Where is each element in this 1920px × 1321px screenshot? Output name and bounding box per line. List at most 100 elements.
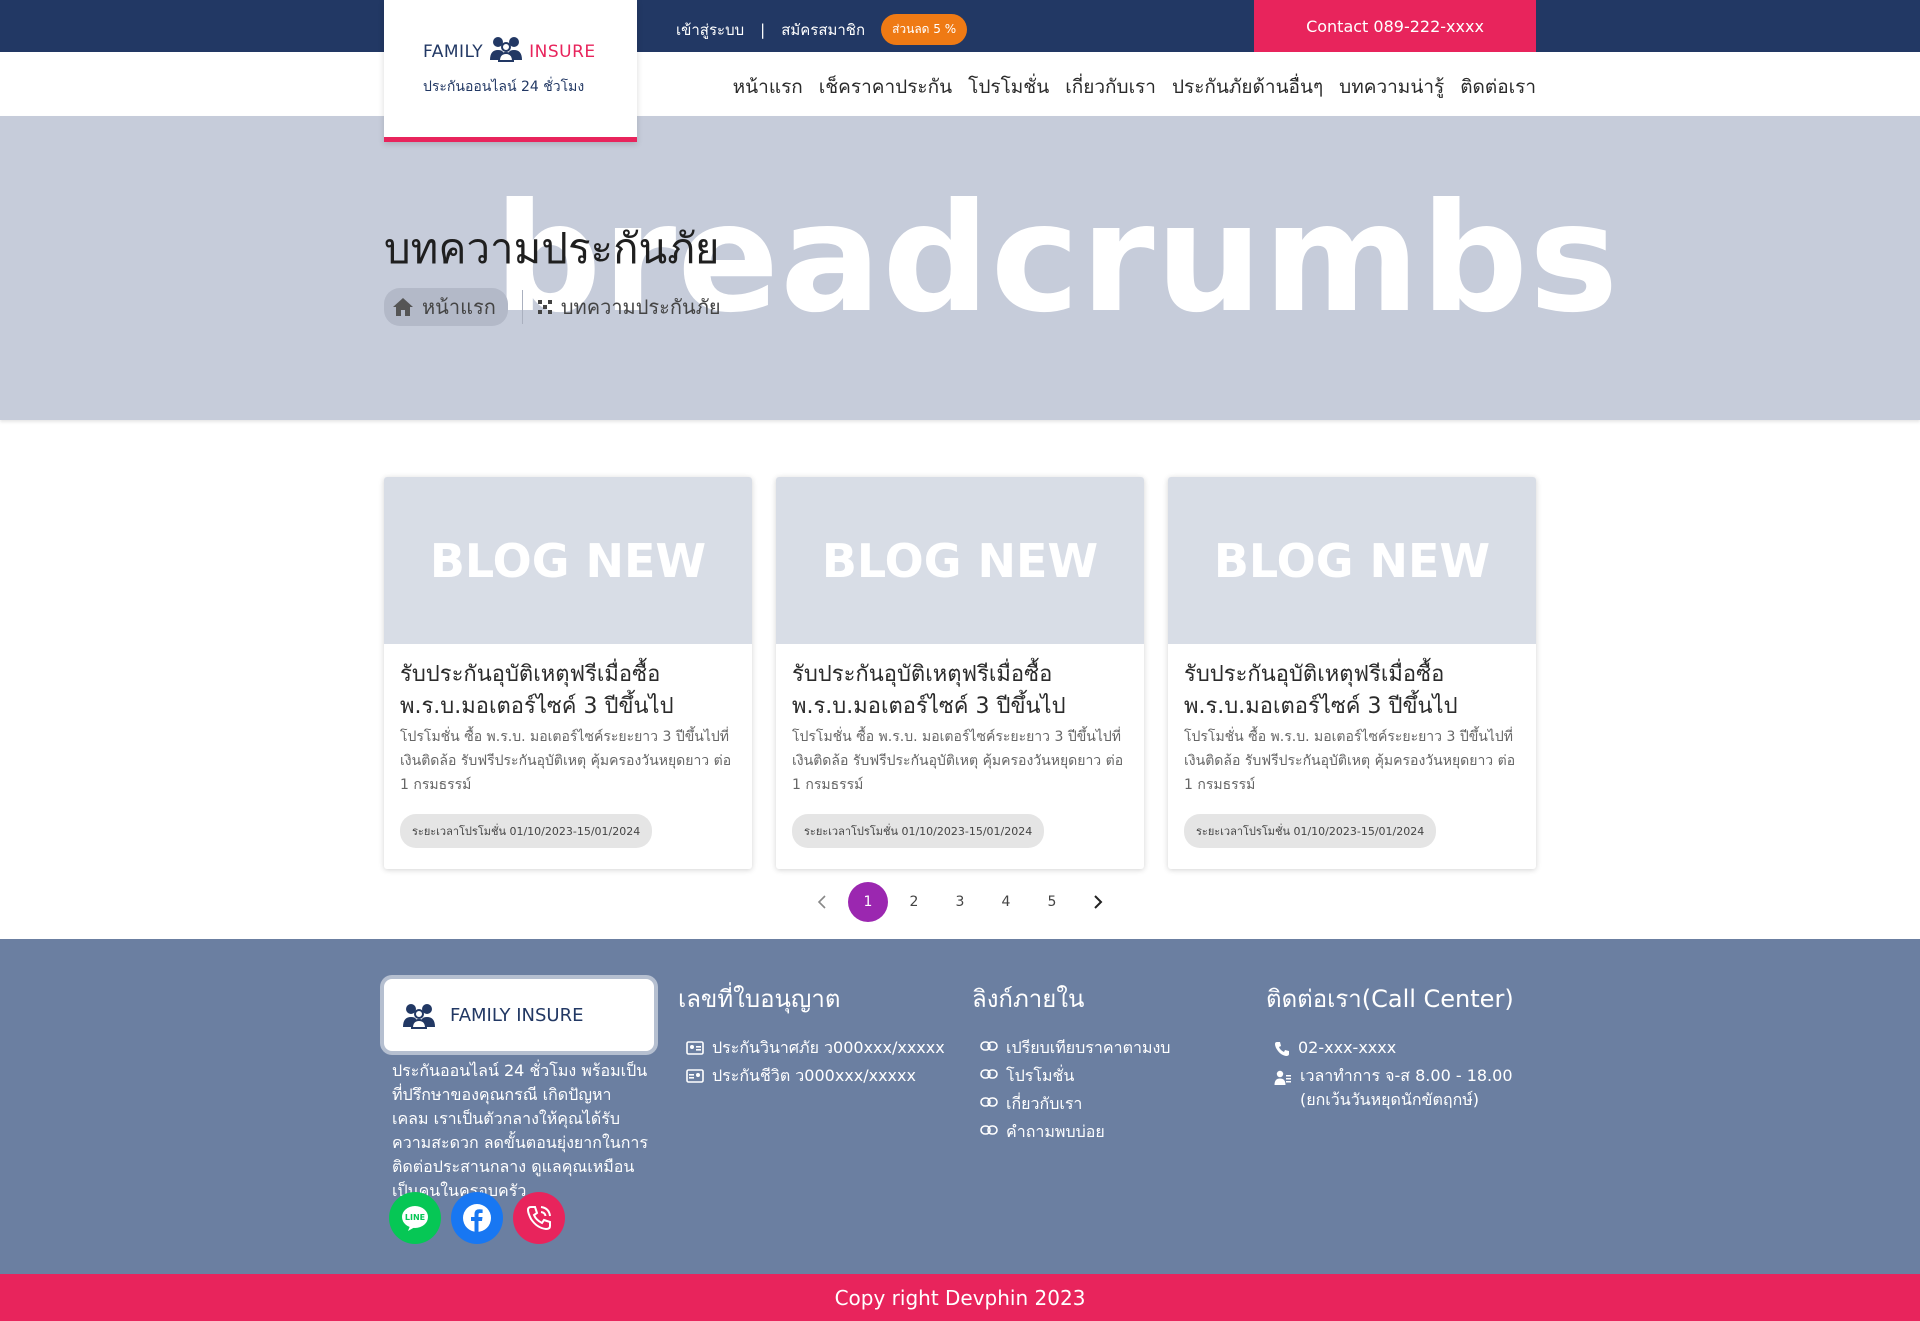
nav-item-check-price[interactable]: เช็คราคาประกัน	[819, 72, 952, 102]
footer-link-label: เปรียบเทียบราคาตามงบ	[1006, 1038, 1171, 1057]
main-nav: หน้าแรก เช็คราคาประกัน โปรโมชั่น เกี่ยวก…	[0, 52, 1920, 116]
footer-logo-text: FAMILY INSURE	[450, 1004, 584, 1026]
copyright-bar: Copy right Devphin 2023	[0, 1274, 1920, 1321]
pagination-prev[interactable]	[802, 882, 842, 922]
contact-hours: เวลาทำการ จ-ส 8.00 - 18.00 (ยกเว้นวันหยุ…	[1266, 1064, 1514, 1112]
license-item: ประกันชีวิต ว000xxx/xxxxx	[678, 1064, 945, 1088]
grid-icon	[537, 300, 552, 314]
footer-license-column: เลขที่ใบอนุญาต ประกันวินาศภัย ว000xxx/xx…	[678, 979, 945, 1092]
footer-contact-heading: ติดต่อเรา(Call Center)	[1266, 985, 1514, 1013]
link-icon	[980, 1069, 998, 1079]
blog-card[interactable]: BLOG NEW รับประกันอุบัติเหตุฟรีเมื่อซื้อ…	[776, 477, 1144, 869]
social-links: LINE	[389, 1192, 565, 1244]
id-card-icon	[686, 1041, 704, 1055]
blog-card-title[interactable]: รับประกันอุบัติเหตุฟรีเมื่อซื้อ พ.ร.บ.มอ…	[1184, 659, 1524, 723]
chevron-left-icon	[817, 895, 826, 909]
chevron-right-icon	[1094, 895, 1103, 909]
contact-hours-note: (ยกเว้นวันหยุดนักขัตฤกษ์)	[1300, 1090, 1480, 1109]
blog-card-image: BLOG NEW	[776, 477, 1144, 644]
footer-about: ประกันออนไลน์ 24 ชั่วโมง พร้อมเป็นที่ปรึ…	[392, 1061, 648, 1200]
family-icon	[403, 1004, 435, 1029]
blog-card-list: BLOG NEW รับประกันอุบัติเหตุฟรีเมื่อซื้อ…	[384, 477, 1536, 869]
nav-item-about[interactable]: เกี่ยวกับเรา	[1065, 72, 1156, 102]
nav-item-home[interactable]: หน้าแรก	[733, 72, 803, 102]
link-icon	[980, 1097, 998, 1107]
login-link[interactable]: เข้าสู่ระบบ	[676, 18, 744, 42]
logo-family-text: FAMILY	[423, 42, 484, 62]
contact-phone-label: 02-xxx-xxxx	[1298, 1038, 1397, 1057]
promotion-period-chip: ระยะเวลาโปรโมชั่น 01/10/2023-15/01/2024	[400, 814, 653, 848]
call-button[interactable]	[513, 1192, 565, 1244]
nav-item-other-insurance[interactable]: ประกันภัยด้านอื่นๆ	[1172, 72, 1323, 102]
line-icon: LINE	[402, 1206, 428, 1231]
phone-icon	[1275, 1042, 1289, 1056]
pagination-page-2[interactable]: 2	[894, 882, 934, 922]
breadcrumb-home-label: หน้าแรก	[422, 295, 496, 319]
license-item-label: ประกันวินาศภัย ว000xxx/xxxxx	[712, 1038, 945, 1057]
footer-link-label: เกี่ยวกับเรา	[1006, 1094, 1083, 1113]
pagination-page-3[interactable]: 3	[940, 882, 980, 922]
footer: FAMILY INSURE ประกันออนไลน์ 24 ชั่วโมง พ…	[0, 939, 1920, 1274]
hero-banner: breadcrumbs บทความประกันภัย หน้าแรก บทคว…	[0, 116, 1920, 420]
blog-card-title[interactable]: รับประกันอุบัติเหตุฟรีเมื่อซื้อ พ.ร.บ.มอ…	[792, 659, 1132, 723]
breadcrumb-current: บทความประกันภัย	[537, 291, 721, 323]
svg-text:LINE: LINE	[405, 1213, 425, 1222]
nav-item-contact[interactable]: ติดต่อเรา	[1460, 72, 1536, 102]
blog-card-description: โปรโมชั่น ซื้อ พ.ร.บ. มอเตอร์ไซค์ระยะยาว…	[1184, 729, 1516, 793]
top-bar: เข้าสู่ระบบ | สมัครสมาชิก ส่วนลด 5 % Con…	[0, 0, 1920, 52]
blog-card-description: โปรโมชั่น ซื้อ พ.ร.บ. มอเตอร์ไซค์ระยะยาว…	[792, 729, 1124, 793]
blog-card[interactable]: BLOG NEW รับประกันอุบัติเหตุฟรีเมื่อซื้อ…	[384, 477, 752, 869]
blog-card-description: โปรโมชั่น ซื้อ พ.ร.บ. มอเตอร์ไซค์ระยะยาว…	[400, 729, 732, 793]
facebook-icon	[463, 1204, 491, 1232]
blog-card-image: BLOG NEW	[384, 477, 752, 644]
footer-links-column: ลิงก์ภายใน เปรียบเทียบราคาตามงบ โปรโมชั่…	[972, 979, 1170, 1148]
site-logo[interactable]: FAMILY INSURE ประกันออนไลน์ 24 ชั่วโมง	[384, 0, 637, 142]
footer-link[interactable]: เปรียบเทียบราคาตามงบ	[972, 1036, 1170, 1060]
link-icon	[980, 1125, 998, 1135]
footer-link-label: คำถามพบบ่อย	[1006, 1122, 1105, 1141]
nav-item-articles[interactable]: บทความน่ารู้	[1339, 72, 1444, 102]
top-links: เข้าสู่ระบบ | สมัครสมาชิก ส่วนลด 5 %	[676, 14, 968, 45]
pagination-next[interactable]	[1078, 882, 1118, 922]
pagination-page-5[interactable]: 5	[1032, 882, 1072, 922]
breadcrumb-separator	[521, 290, 523, 324]
nav-item-promotion[interactable]: โปรโมชั่น	[968, 72, 1049, 102]
logo-insure-text: INSURE	[529, 42, 596, 62]
footer-link[interactable]: เกี่ยวกับเรา	[972, 1092, 1170, 1116]
footer-logo[interactable]: FAMILY INSURE	[384, 979, 654, 1051]
breadcrumb: หน้าแรก บทความประกันภัย	[384, 288, 721, 326]
home-icon	[393, 298, 413, 316]
pagination-page-4[interactable]: 4	[986, 882, 1026, 922]
footer-links-heading: ลิงก์ภายใน	[972, 985, 1085, 1013]
footer-link[interactable]: คำถามพบบ่อย	[972, 1120, 1170, 1144]
blog-card-title[interactable]: รับประกันอุบัติเหตุฟรีเมื่อซื้อ พ.ร.บ.มอ…	[400, 659, 740, 723]
contact-button[interactable]: Contact 089-222-xxxx	[1254, 0, 1536, 52]
line-button[interactable]: LINE	[389, 1192, 441, 1244]
logo-tagline: ประกันออนไลน์ 24 ชั่วโมง	[423, 79, 585, 95]
footer-contact-column: ติดต่อเรา(Call Center) 02-xxx-xxxx เวลาท…	[1266, 979, 1514, 1116]
blog-card[interactable]: BLOG NEW รับประกันอุบัติเหตุฟรีเมื่อซื้อ…	[1168, 477, 1536, 869]
phone-call-icon	[526, 1206, 551, 1231]
family-icon	[490, 37, 523, 62]
page-title: บทความประกันภัย	[384, 224, 720, 273]
promotion-period-chip: ระยะเวลาโปรโมชั่น 01/10/2023-15/01/2024	[792, 814, 1045, 848]
blog-card-image: BLOG NEW	[1168, 477, 1536, 644]
contact-hours-label: เวลาทำการ จ-ส 8.00 - 18.00	[1300, 1066, 1513, 1085]
footer-link-label: โปรโมชั่น	[1006, 1066, 1075, 1085]
promotion-period-chip: ระยะเวลาโปรโมชั่น 01/10/2023-15/01/2024	[1184, 814, 1437, 848]
id-card-icon	[686, 1069, 704, 1083]
contact-phone[interactable]: 02-xxx-xxxx	[1266, 1036, 1514, 1060]
link-icon	[980, 1041, 998, 1051]
top-links-separator: |	[760, 20, 766, 39]
facebook-button[interactable]	[451, 1192, 503, 1244]
license-item: ประกันวินาศภัย ว000xxx/xxxxx	[678, 1036, 945, 1060]
footer-link[interactable]: โปรโมชั่น	[972, 1064, 1170, 1088]
license-item-label: ประกันชีวิต ว000xxx/xxxxx	[712, 1066, 916, 1085]
breadcrumb-home[interactable]: หน้าแรก	[384, 288, 508, 326]
pagination-page-1[interactable]: 1	[848, 882, 888, 922]
register-link[interactable]: สมัครสมาชิก	[781, 18, 865, 42]
discount-badge[interactable]: ส่วนลด 5 %	[881, 14, 968, 45]
user-clock-icon	[1274, 1070, 1291, 1085]
footer-license-heading: เลขที่ใบอนุญาต	[678, 985, 841, 1013]
pagination: 1 2 3 4 5	[802, 882, 1118, 922]
